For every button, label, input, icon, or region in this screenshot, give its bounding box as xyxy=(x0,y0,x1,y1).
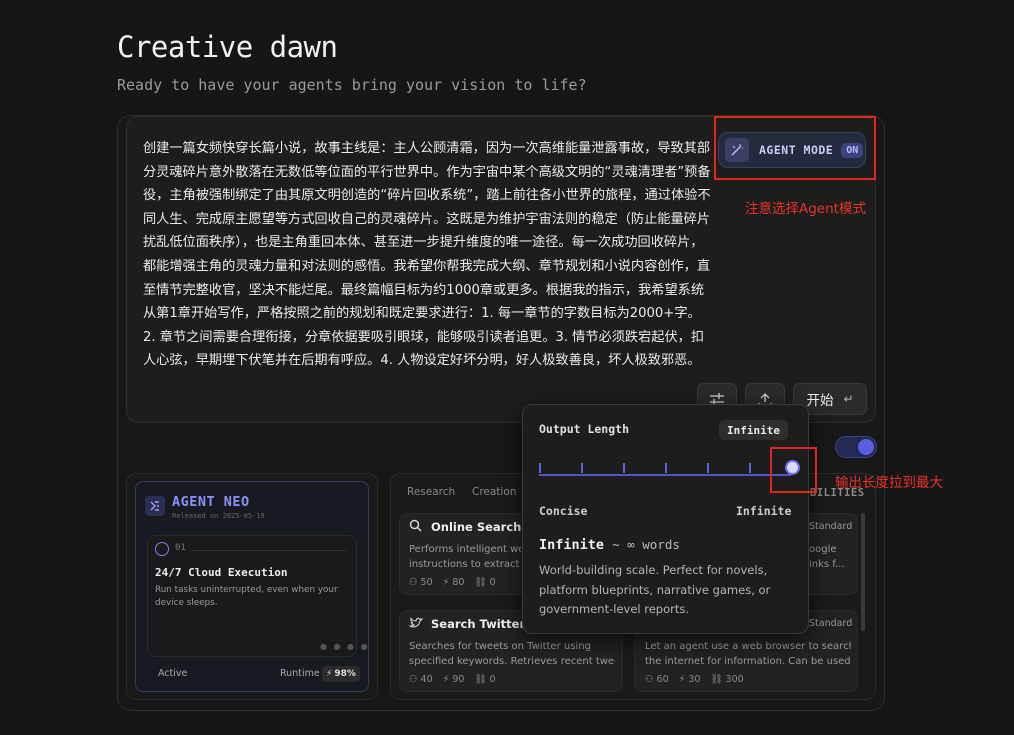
output-option-description: World-building scale. Perfect for novels… xyxy=(539,563,771,616)
feature-title: 24/7 Cloud Execution xyxy=(155,566,288,579)
start-button-label: 开始 xyxy=(806,393,834,409)
agent-status: Active xyxy=(158,668,188,679)
clock-icon xyxy=(155,542,169,556)
slider-max-label: Infinite xyxy=(736,504,792,518)
bolt-icon-stat: ⚡ 90 xyxy=(442,674,465,685)
feature-number: 01 xyxy=(175,543,186,553)
agent-neo-logo-icon xyxy=(145,496,165,516)
output-length-value-badge: Infinite xyxy=(719,420,788,440)
capability-title: Search Twitter xyxy=(431,617,526,631)
tab-creation[interactable]: Creation xyxy=(472,486,516,498)
capability-desc-line: the internet for information. Can be use… xyxy=(645,656,851,667)
page-title: Creative dawn xyxy=(117,30,338,64)
slider-highlight-box xyxy=(770,447,817,493)
search-icon xyxy=(409,519,422,535)
slider-tick xyxy=(707,463,709,473)
pagination-dots[interactable]: ● ● ● ● xyxy=(320,642,370,651)
page-subtitle: Ready to have your agents bring your vis… xyxy=(117,76,587,94)
slider-tick xyxy=(749,463,751,473)
link-icon-stat: ⛓ 0 xyxy=(474,674,496,685)
runtime-value: 98% xyxy=(334,669,356,679)
capability-desc-line: Performs intelligent web xyxy=(409,544,521,555)
capability-desc-line: instructions to extract ke xyxy=(409,559,521,570)
capability-desc-line: inks f... xyxy=(809,559,845,570)
tab-research[interactable]: Research xyxy=(407,486,455,498)
prompt-textarea[interactable]: 创建一篇女频快穿长篇小说，故事主线是：主人公顾清霜，因为一次高维能量泄露事故，导… xyxy=(143,137,713,373)
capability-desc-line: Searches for tweets on Twitter using xyxy=(409,641,591,652)
capability-stats: ⚇ 60 ⚡ 30 ⛓ 300 xyxy=(645,674,744,685)
agent-release-date: Released on 2025-05-19 xyxy=(172,512,265,520)
output-option-range: ~ ∞ words xyxy=(612,537,680,552)
link-icon-stat: ⛓ 0 xyxy=(474,577,496,588)
agent-name: AGENT NEO xyxy=(172,494,250,510)
feature-divider xyxy=(192,550,347,551)
feature-description: Run tasks uninterrupted, even when your … xyxy=(155,585,338,608)
users-icon-stat: ⚇ 40 xyxy=(409,674,433,685)
bolt-icon-stat: ⚡ 80 xyxy=(442,577,465,588)
standard-badge: Standard xyxy=(809,521,853,532)
link-icon-stat: ⛓ 300 xyxy=(710,674,744,685)
slider-tick xyxy=(581,463,583,473)
capability-desc-line: Let an agent use a web browser to search xyxy=(645,641,851,652)
capability-desc-line: specified keywords. Retrieves recent twe… xyxy=(409,656,615,667)
standard-badge: Standard xyxy=(809,618,853,629)
agent-mode-highlight-box xyxy=(714,116,876,180)
slider-tick xyxy=(665,463,667,473)
enter-icon: ↵ xyxy=(843,392,854,406)
users-icon-stat: ⚇ 60 xyxy=(645,674,669,685)
slider-tick xyxy=(623,463,625,473)
capability-desc-line: oogle xyxy=(809,544,837,555)
bolt-icon-stat: ⚡ 30 xyxy=(678,674,701,685)
slider-min-label: Concise xyxy=(539,504,588,518)
slider-tick xyxy=(539,463,541,473)
agent-mode-annotation: 注意选择Agent模式 xyxy=(745,201,866,217)
capability-stats: ⚇ 50 ⚡ 80 ⛓ 0 xyxy=(409,577,496,588)
output-length-slider-track[interactable] xyxy=(539,474,791,476)
users-icon-stat: ⚇ 50 xyxy=(409,577,433,588)
feature-toggle[interactable] xyxy=(835,436,877,458)
bolt-icon: ⚡ xyxy=(326,669,333,679)
output-length-title: Output Length xyxy=(539,422,630,436)
output-option-title: Infinite ~ ∞ words xyxy=(539,537,680,553)
capability-stats: ⚇ 40 ⚡ 90 ⛓ 0 xyxy=(409,674,496,685)
twitter-icon xyxy=(408,617,424,632)
capabilities-scrollbar[interactable] xyxy=(861,513,865,631)
slider-annotation: 输出长度拉到最大 xyxy=(835,475,943,491)
toggle-knob xyxy=(858,439,874,455)
capability-title: Online Search xyxy=(431,520,522,534)
runtime-label: Runtime xyxy=(280,668,320,679)
runtime-badge: ⚡ 98% xyxy=(322,666,360,682)
